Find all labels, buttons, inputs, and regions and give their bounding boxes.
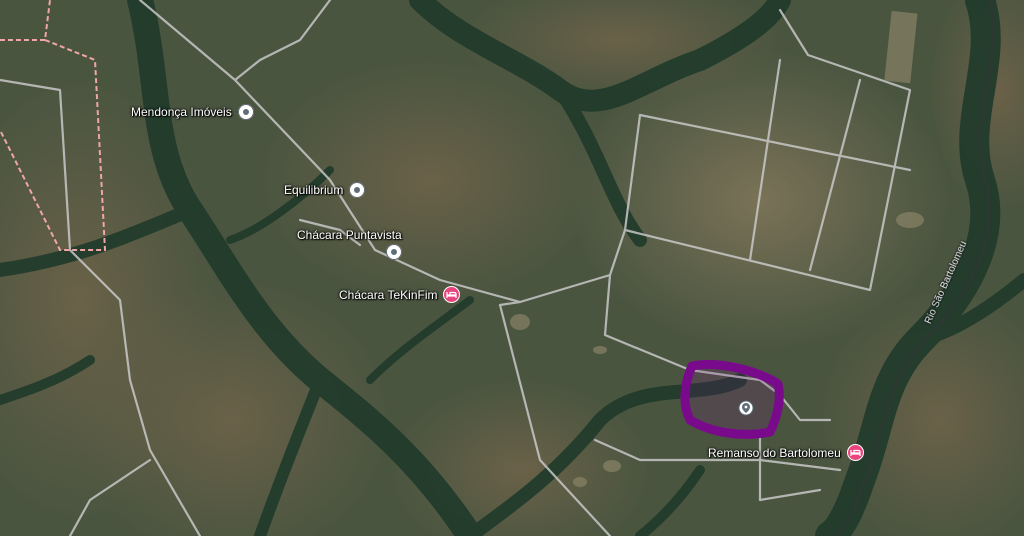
- place-label: Equilibrium: [284, 183, 344, 197]
- place-mendonca-imoveis[interactable]: Mendonça Imóveis: [131, 104, 254, 120]
- hotel-pin-icon: [846, 444, 864, 461]
- place-chacara-puntavista[interactable]: Chácara Puntavista: [297, 228, 402, 260]
- place-label: Mendonça Imóveis: [131, 105, 232, 119]
- highlighted-area: [680, 359, 784, 439]
- place-equilibrium[interactable]: Equilibrium: [284, 182, 366, 198]
- location-marker-icon: [738, 400, 754, 416]
- place-label: Chácara TeKinFim: [339, 287, 438, 302]
- place-remanso-do-bartolomeu[interactable]: Remanso do Bartolomeu: [708, 444, 864, 461]
- poi-pin-icon: [349, 182, 366, 198]
- terrain-layer: [0, 0, 1024, 536]
- place-label: Chácara Puntavista: [297, 228, 402, 242]
- satellite-map[interactable]: Mendonça Imóveis Equilibrium Chácara Pun…: [0, 0, 1024, 536]
- place-chacara-tekinfim[interactable]: Chácara TeKinFim: [339, 286, 461, 303]
- hotel-pin-icon: [443, 286, 461, 303]
- place-label: Remanso do Bartolomeu: [708, 445, 841, 460]
- poi-pin-icon: [237, 104, 254, 120]
- poi-pin-icon: [385, 244, 402, 260]
